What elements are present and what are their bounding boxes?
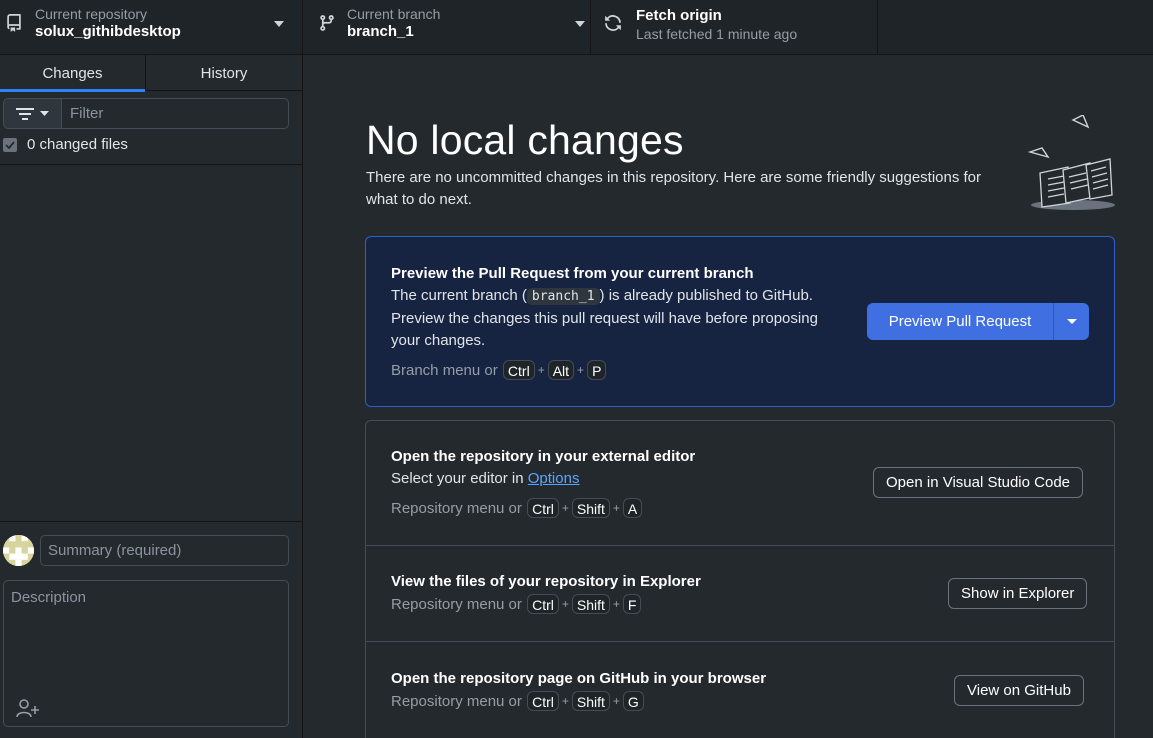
open-in-vscode-button[interactable]: Open in Visual Studio Code <box>873 467 1084 498</box>
tab-changes[interactable]: Changes <box>0 55 146 92</box>
fetch-subtitle: Last fetched 1 minute ago <box>636 26 798 42</box>
avatar <box>3 535 34 566</box>
preview-pull-request-button[interactable]: Preview Pull Request <box>867 303 1054 340</box>
key-shift: Shift <box>571 691 610 711</box>
description-placeholder: Description <box>11 589 87 606</box>
hint-prefix: Repository menu or <box>391 692 522 710</box>
external-editor-heading: Open the repository in your external edi… <box>391 448 696 465</box>
editor-desc-text: Select your editor in <box>391 470 528 487</box>
preview-pr-text-after: ) is already published to GitHub. <box>599 287 813 304</box>
toolbar: Current repository solux_githibdesktop C… <box>0 0 1153 55</box>
commit-area: Description <box>0 521 302 738</box>
repository-name: solux_githibdesktop <box>35 23 181 40</box>
chevron-down-icon <box>1066 318 1077 324</box>
show-in-explorer-button[interactable]: Show in Explorer <box>948 578 1088 609</box>
preview-pr-heading: Preview the Pull Request from your curre… <box>391 265 754 282</box>
filter-options-button[interactable] <box>3 98 62 129</box>
repository-label: Current repository <box>35 6 148 22</box>
key-a: A <box>622 498 643 518</box>
chevron-down-icon <box>40 110 49 116</box>
page-title: No local changes <box>366 117 684 163</box>
description-textarea[interactable]: Description <box>3 580 289 727</box>
key-p: P <box>587 360 607 380</box>
key-shift: Shift <box>571 498 610 518</box>
fetch-origin-button[interactable]: Fetch origin Last fetched 1 minute ago <box>591 0 878 55</box>
preview-pr-text-before: The current branch ( <box>391 287 527 304</box>
tab-bar: Changes History <box>0 55 302 92</box>
key-alt: Alt <box>547 360 575 380</box>
current-branch-dropdown[interactable]: Current branch branch_1 <box>303 0 591 55</box>
repo-icon <box>7 14 21 32</box>
empty-state-illustration <box>1028 115 1115 210</box>
page-subtitle: There are no uncommitted changes in this… <box>366 169 982 208</box>
check-icon <box>5 140 15 149</box>
summary-input[interactable] <box>40 535 289 566</box>
fetch-title: Fetch origin <box>636 7 722 24</box>
filter-row <box>3 98 289 129</box>
key-ctrl: Ctrl <box>527 691 559 711</box>
changed-files-count: 0 changed files <box>27 136 128 153</box>
view-on-github-button[interactable]: View on GitHub <box>954 675 1084 706</box>
key-f: F <box>622 594 642 614</box>
github-heading: Open the repository page on GitHub in yo… <box>391 670 767 687</box>
hint-prefix: Repository menu or <box>391 595 522 613</box>
key-ctrl: Ctrl <box>527 498 559 518</box>
sidebar: Changes History 0 changed files <box>0 55 303 738</box>
chevron-down-icon <box>274 21 284 27</box>
filter-icon <box>16 107 34 120</box>
key-ctrl: Ctrl <box>502 360 535 380</box>
current-repository-dropdown[interactable]: Current repository solux_githibdesktop <box>0 0 303 55</box>
suggestions-group: Open the repository in your external edi… <box>365 420 1115 738</box>
tab-history[interactable]: History <box>146 55 302 91</box>
sync-icon <box>605 15 621 31</box>
chevron-down-icon <box>575 21 585 27</box>
key-ctrl: Ctrl <box>527 594 559 614</box>
divider <box>0 164 302 165</box>
changed-files-row: 0 changed files <box>3 136 128 153</box>
hint-prefix: Branch menu or <box>391 361 498 379</box>
preview-pr-card: Preview the Pull Request from your curre… <box>365 236 1115 407</box>
branch-label: Current branch <box>347 6 441 22</box>
branch-code: branch_1 <box>526 288 600 305</box>
filter-input[interactable] <box>62 98 289 129</box>
preview-pull-request-dropdown[interactable] <box>1054 303 1089 340</box>
options-link[interactable]: Options <box>528 470 580 487</box>
external-editor-description: Select your editor in Options <box>391 468 579 490</box>
branch-icon <box>320 15 334 31</box>
preview-pull-request-button-group: Preview Pull Request <box>867 303 1089 340</box>
main-content: No local changes There are no uncommitte… <box>303 55 1153 738</box>
add-coauthor-icon[interactable] <box>16 698 40 718</box>
external-editor-hint: Repository menu or Ctrl + Shift + A <box>391 498 643 518</box>
preview-pr-hint: Branch menu or Ctrl + Alt + P <box>391 360 607 380</box>
external-editor-item: Open the repository in your external edi… <box>366 421 1114 545</box>
explorer-hint: Repository menu or Ctrl + Shift + F <box>391 594 642 614</box>
key-shift: Shift <box>571 594 610 614</box>
select-all-checkbox[interactable] <box>3 137 17 152</box>
explorer-item: View the files of your repository in Exp… <box>366 545 1114 641</box>
preview-pr-description: The current branch (branch_1) is already… <box>391 285 846 352</box>
github-hint: Repository menu or Ctrl + Shift + G <box>391 691 645 711</box>
github-item: Open the repository page on GitHub in yo… <box>366 641 1114 738</box>
preview-pr-text-line2: Preview the changes this pull request wi… <box>391 310 818 349</box>
key-g: G <box>622 691 644 711</box>
explorer-heading: View the files of your repository in Exp… <box>391 573 701 590</box>
branch-name: branch_1 <box>347 23 414 40</box>
hint-prefix: Repository menu or <box>391 499 522 517</box>
